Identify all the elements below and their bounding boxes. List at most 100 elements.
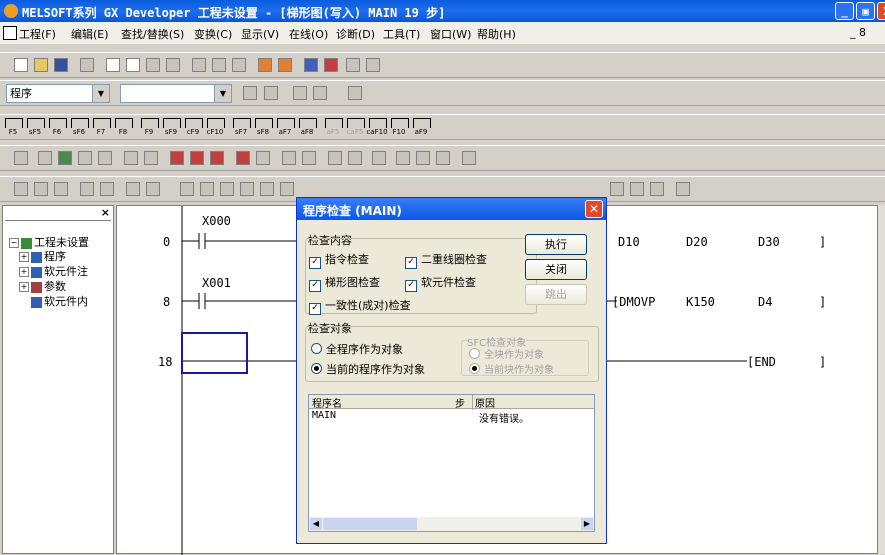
device-check-checkbox[interactable]: ✓ 软元件检查 — [405, 274, 476, 292]
rising-pulse-button[interactable]: sF7 — [230, 117, 252, 137]
sfc-end-icon[interactable] — [78, 180, 96, 198]
ladder-check-checkbox[interactable]: ✓ 梯形图检查 — [309, 274, 380, 292]
write-plc-icon[interactable] — [256, 56, 274, 74]
device-batch-icon[interactable] — [344, 56, 362, 74]
program-list-icon[interactable] — [241, 84, 259, 102]
close-icon[interactable]: × — [101, 206, 110, 219]
all-blocks-radio[interactable]: 全块作为对象 — [469, 346, 544, 361]
delete-horizontal-button[interactable]: cF9 — [182, 117, 204, 137]
current-program-radio[interactable]: 当前的程序作为对象 — [311, 361, 425, 377]
jump-button[interactable]: 跳出 — [525, 284, 587, 305]
f5-icon[interactable] — [178, 180, 196, 198]
monitor-write-icon[interactable] — [322, 56, 340, 74]
menu-diagnostics[interactable]: 诊断(D) — [336, 26, 375, 42]
delete-vertical-button[interactable]: cF10 — [204, 117, 226, 137]
falling-pulse-button[interactable]: sF8 — [252, 117, 274, 137]
open-contact-button[interactable]: F5 — [2, 117, 24, 137]
scroll-thumb[interactable] — [323, 518, 417, 530]
f6-icon[interactable] — [198, 180, 216, 198]
display-window-icon[interactable] — [460, 149, 478, 167]
minimize-button[interactable]: _ — [835, 2, 854, 20]
chevron-down-icon[interactable]: ▼ — [214, 85, 231, 102]
column-step[interactable]: 步 — [455, 395, 465, 410]
tree-item-program[interactable]: + 程序 — [19, 248, 66, 264]
check-result-list[interactable]: 程序名 步 原因 MAIN 没有错误。 ◀ ▶ — [308, 394, 595, 532]
param-check-icon[interactable] — [280, 149, 298, 167]
closed-contact-button[interactable]: F6 — [46, 117, 68, 137]
sfc-transition-icon[interactable] — [32, 180, 50, 198]
paste-icon[interactable] — [144, 56, 162, 74]
parallel-falling-button[interactable]: aF8 — [296, 117, 318, 137]
operation-result-falling-button[interactable]: caF5 — [344, 117, 366, 137]
cut-icon[interactable] — [104, 56, 122, 74]
af8-icon[interactable] — [608, 180, 626, 198]
search-next-icon[interactable] — [210, 56, 228, 74]
parallel-rising-button[interactable]: aF7 — [274, 117, 296, 137]
f7-icon[interactable] — [258, 180, 276, 198]
comment-icon[interactable] — [291, 84, 309, 102]
column-reason[interactable]: 原因 — [472, 395, 495, 410]
monitor-mode-icon[interactable] — [168, 149, 186, 167]
note-icon[interactable] — [346, 84, 364, 102]
sfc-select-icon[interactable] — [124, 180, 142, 198]
line-input-button[interactable]: F10 — [388, 117, 410, 137]
vertical-scrollbar[interactable] — [878, 205, 885, 554]
monitor-start-icon[interactable] — [208, 149, 226, 167]
save-icon[interactable] — [52, 56, 70, 74]
program-name-combo[interactable]: ▼ — [120, 84, 232, 103]
search-device-icon[interactable] — [230, 56, 248, 74]
sfc-step-icon[interactable] — [12, 180, 30, 198]
convert-icon[interactable] — [36, 149, 54, 167]
tree-item-device-comment[interactable]: + 软元件注 — [19, 263, 88, 279]
search-icon[interactable] — [190, 56, 208, 74]
menu-edit[interactable]: 编辑(E) — [71, 26, 109, 42]
scroll-left-icon[interactable]: ◀ — [310, 518, 322, 530]
af0-icon[interactable] — [648, 180, 666, 198]
monitor-icon[interactable] — [302, 56, 320, 74]
zoom-icon[interactable] — [254, 149, 272, 167]
ladder-view-icon[interactable] — [12, 149, 30, 167]
horizontal-line-button[interactable]: F9 — [138, 117, 160, 137]
menu-project[interactable]: 工程(F) — [19, 26, 56, 42]
read-mode-icon[interactable] — [122, 149, 140, 167]
statement-icon[interactable] — [311, 84, 329, 102]
tree-item-device-memory[interactable]: 软元件内 — [31, 293, 88, 309]
close-button[interactable]: X — [877, 2, 885, 20]
double-coil-check-checkbox[interactable]: ✓ 二重线圈检查 — [405, 251, 487, 269]
menu-view[interactable]: 显示(V) — [241, 26, 279, 42]
horizontal-scrollbar[interactable]: ◀ ▶ — [309, 517, 594, 531]
vertical-line-button[interactable]: sF9 — [160, 117, 182, 137]
app-icon[interactable] — [4, 4, 18, 18]
sfc-divider-icon[interactable] — [278, 180, 296, 198]
read-plc-icon[interactable] — [276, 56, 294, 74]
diagnostics-icon[interactable] — [370, 149, 388, 167]
menu-window[interactable]: 窗口(W) — [430, 26, 471, 42]
menu-tools[interactable]: 工具(T) — [383, 26, 420, 42]
all-programs-radio[interactable]: 全程序作为对象 — [311, 341, 403, 357]
consistency-check-checkbox[interactable]: ✓ 一致性(成对)检查 — [309, 297, 411, 315]
remote-icon[interactable] — [346, 149, 364, 167]
dialog-close-button[interactable]: ✕ — [585, 200, 603, 218]
invert-result-button[interactable]: caF10 — [366, 117, 388, 137]
monitor-write-mode-icon[interactable] — [188, 149, 206, 167]
menu-online[interactable]: 在线(O) — [289, 26, 328, 42]
statement-display-icon[interactable] — [434, 149, 452, 167]
mdi-controls[interactable]: _ 8 — [850, 26, 866, 39]
execute-button[interactable]: 执行 — [525, 234, 587, 255]
af9-icon[interactable] — [628, 180, 646, 198]
chevron-down-icon[interactable]: ▼ — [92, 85, 109, 102]
scroll-right-icon[interactable]: ▶ — [581, 518, 593, 530]
sfc-icon[interactable] — [234, 149, 252, 167]
line-delete-button[interactable]: aF9 — [410, 117, 432, 137]
comment-display-icon[interactable] — [394, 149, 412, 167]
restore-button[interactable]: ▣ — [856, 2, 875, 20]
application-instruction-button[interactable]: F8 — [112, 117, 134, 137]
menu-help[interactable]: 帮助(H) — [477, 26, 516, 42]
coil-button[interactable]: F7 — [90, 117, 112, 137]
convert-all-icon[interactable] — [56, 149, 74, 167]
copy-icon[interactable] — [124, 56, 142, 74]
f8-icon[interactable] — [238, 180, 256, 198]
open-icon[interactable] — [32, 56, 50, 74]
tree-item-parameter[interactable]: + 参数 — [19, 278, 66, 294]
menu-find-replace[interactable]: 查找/替换(S) — [121, 26, 184, 42]
